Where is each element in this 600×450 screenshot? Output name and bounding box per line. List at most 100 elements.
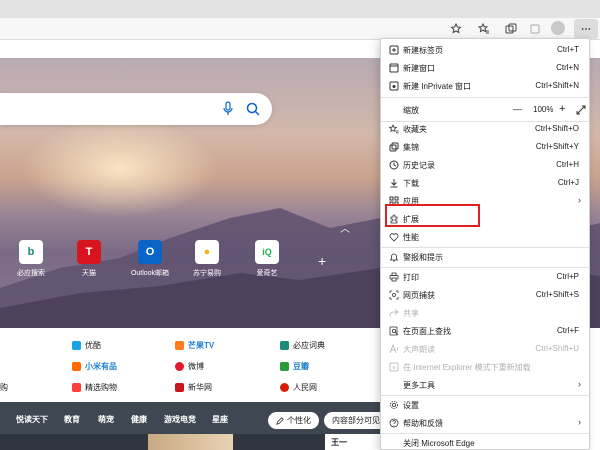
extensions-highlight-box: [385, 204, 480, 227]
help-question-icon: [389, 418, 399, 428]
weibo-icon: [175, 362, 184, 371]
menu-item-label: 下载: [403, 179, 419, 188]
fullscreen-icon[interactable]: [576, 105, 586, 115]
quick-link[interactable]: iQ 爱奇艺: [242, 240, 292, 278]
menu-item-label: 新建窗口: [403, 64, 435, 73]
favorites-star-icon: [389, 124, 399, 134]
menu-item-new-tab[interactable]: 新建标签页 Ctrl+T: [381, 41, 589, 59]
personalize-button[interactable]: 个性化: [268, 412, 319, 429]
zoom-level: 100%: [533, 105, 554, 114]
menu-item-label: 收藏夹: [403, 125, 427, 134]
favorites-icon[interactable]: [476, 21, 492, 37]
site-link[interactable]: 微博: [175, 361, 204, 372]
bing-dict-icon: [280, 341, 289, 350]
chevron-right-icon: ›: [578, 379, 581, 389]
menu-item-web-capture[interactable]: 网页捕获 Ctrl+Shift+S: [381, 286, 589, 304]
menu-item-label: 在 Internet Explorer 模式下重新加载: [403, 363, 531, 372]
quick-link-label: 天猫: [82, 270, 96, 277]
site-link[interactable]: 精选购物: [72, 382, 117, 393]
microphone-icon[interactable]: [222, 101, 234, 117]
performance-heart-icon: [389, 233, 399, 242]
news-tab[interactable]: 教育: [64, 414, 80, 425]
menu-item-label: 性能: [403, 233, 419, 242]
share-icon: [389, 309, 399, 317]
settings-and-more-button[interactable]: [574, 19, 598, 39]
site-link[interactable]: 小米有品: [72, 361, 117, 372]
menu-item-label: 网页捕获: [403, 291, 435, 300]
news-tab[interactable]: 悦读天下: [16, 414, 48, 425]
menu-item-history[interactable]: 历史记录 Ctrl+H: [381, 156, 589, 174]
chevron-up-icon[interactable]: ︿: [340, 220, 350, 235]
site-link-partial[interactable]: 购: [0, 382, 8, 393]
menu-item-ie-mode[interactable]: e 在 Internet Explorer 模式下重新加载: [381, 358, 589, 376]
menu-item-shortcut: Ctrl+Shift+Y: [535, 142, 579, 151]
news-tab[interactable]: 星座: [212, 414, 228, 425]
news-thumbnail-caption: 王一: [331, 438, 347, 447]
menu-item-new-window[interactable]: 新建窗口 Ctrl+N: [381, 59, 589, 77]
collections-icon[interactable]: [503, 21, 519, 37]
site-link[interactable]: 芒果TV: [175, 340, 214, 351]
menu-item-share[interactable]: 共享: [381, 304, 589, 322]
news-thumbnail[interactable]: [148, 434, 233, 450]
menu-item-label: 帮助和反馈: [403, 419, 443, 428]
menu-item-help[interactable]: 帮助和反馈 ›: [381, 414, 589, 432]
news-tab[interactable]: 游戏电竞: [164, 414, 196, 425]
site-link[interactable]: 人民网: [280, 382, 317, 393]
menu-item-print[interactable]: 打印 Ctrl+P: [381, 268, 589, 286]
site-link[interactable]: 豆瓣: [280, 361, 309, 372]
menu-item-performance[interactable]: 性能: [381, 228, 589, 246]
menu-separator: [381, 97, 589, 98]
menu-item-label: 大声朗读: [403, 345, 435, 354]
menu-item-alerts[interactable]: 警报和提示: [381, 248, 589, 266]
site-link-label: 微博: [188, 362, 204, 371]
inprivate-icon: [389, 81, 399, 91]
news-tab[interactable]: 萌宠: [98, 414, 114, 425]
menu-item-favorites[interactable]: 收藏夹 Ctrl+Shift+O: [381, 120, 589, 138]
site-link-label: 精选购物: [85, 383, 117, 392]
menu-item-label: 共享: [403, 309, 419, 318]
search-icon[interactable]: [245, 101, 261, 117]
site-link[interactable]: 必应词典: [280, 340, 325, 351]
profile-avatar[interactable]: [551, 21, 565, 35]
search-box[interactable]: [0, 93, 272, 125]
site-link[interactable]: 新华网: [175, 382, 212, 393]
news-tab[interactable]: 健康: [131, 414, 147, 425]
menu-item-label: 警报和提示: [403, 253, 443, 262]
quick-link[interactable]: O Outlook邮箱: [125, 240, 175, 278]
mi-icon: [72, 362, 81, 371]
add-shortcut-icon[interactable]: +: [318, 253, 326, 269]
menu-item-settings[interactable]: 设置: [381, 396, 589, 414]
chevron-right-icon: ›: [578, 195, 581, 205]
people-icon: [280, 383, 289, 392]
more-dots-icon: [581, 28, 591, 30]
menu-item-close-edge[interactable]: 关闭 Microsoft Edge: [381, 434, 589, 450]
bing-icon: b: [19, 240, 43, 264]
site-link[interactable]: 优酷: [72, 340, 101, 351]
suning-icon: ●: [195, 240, 219, 264]
quick-link[interactable]: b 必应搜索: [6, 240, 56, 278]
content-visibility-button[interactable]: 内容部分可见: [324, 412, 388, 429]
menu-item-read-aloud[interactable]: 大声朗读 Ctrl+Shift+U: [381, 340, 589, 358]
quick-link-label: 必应搜索: [17, 270, 45, 277]
douban-icon: [280, 362, 289, 371]
menu-item-label: 缩放: [403, 106, 419, 115]
quick-link[interactable]: T 天猫: [64, 240, 114, 278]
zoom-in-button[interactable]: +: [559, 103, 565, 115]
site-link-label: 新华网: [188, 383, 212, 392]
menu-item-find[interactable]: 在页面上查找 Ctrl+F: [381, 322, 589, 340]
menu-item-new-inprivate[interactable]: 新建 InPrivate 窗口 Ctrl+Shift+N: [381, 77, 589, 95]
menu-item-more-tools[interactable]: 更多工具 ›: [381, 376, 589, 394]
quick-link[interactable]: ● 苏宁易购: [182, 240, 232, 278]
news-thumbnail[interactable]: 王一: [325, 434, 380, 450]
extensions-icon[interactable]: [527, 21, 543, 37]
menu-item-shortcut: Ctrl+T: [557, 45, 579, 54]
menu-item-label: 历史记录: [403, 161, 435, 170]
menu-item-shortcut: Ctrl+F: [557, 326, 579, 335]
menu-item-collections[interactable]: 集锦 Ctrl+Shift+Y: [381, 138, 589, 156]
collections-menu-icon: [389, 142, 399, 152]
menu-item-label: 在页面上查找: [403, 327, 451, 336]
add-favorite-icon[interactable]: [448, 21, 464, 37]
zoom-out-button[interactable]: —: [513, 104, 522, 114]
menu-item-downloads[interactable]: 下载 Ctrl+J: [381, 174, 589, 192]
quick-link-label: 苏宁易购: [193, 270, 221, 277]
